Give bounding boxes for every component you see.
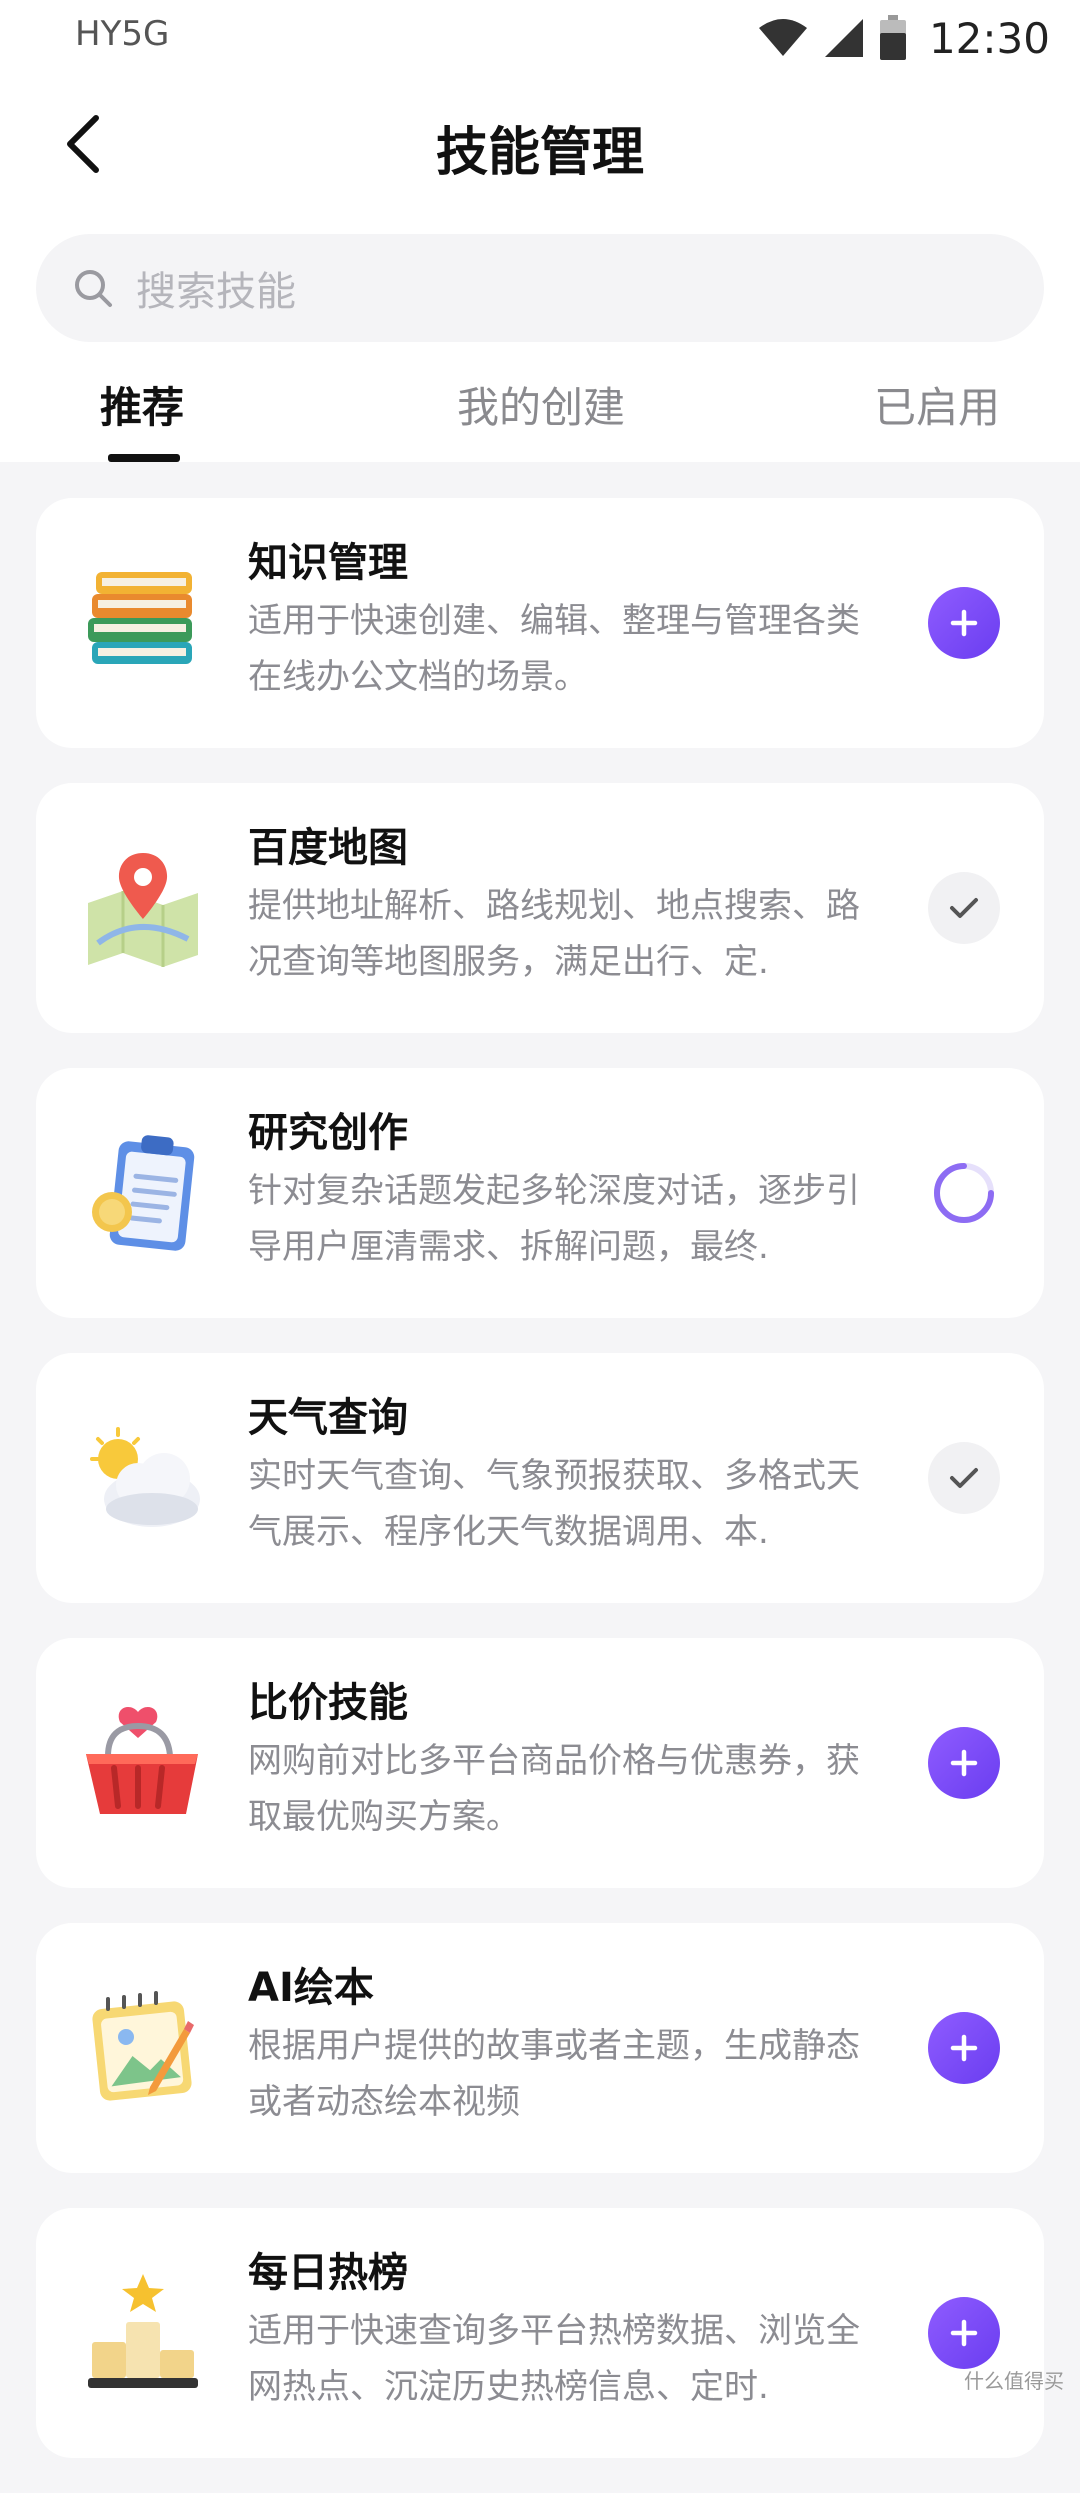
carrier-label: HY5G <box>75 14 169 54</box>
skill-card-baidu-map[interactable]: 百度地图 提供地址解析、路线规划、地点搜索、路况查询等地图服务，满足出行、定. <box>36 783 1044 1033</box>
skill-card-weather[interactable]: 天气查询 实时天气查询、气象预报获取、多格式天气展示、程序化天气数据调用、本. <box>36 1353 1044 1603</box>
basket-icon <box>78 1698 208 1828</box>
tab-enabled[interactable]: 已启用 <box>874 374 1000 435</box>
weather-icon <box>78 1413 208 1543</box>
tab-bar: 推荐 我的创建 已启用 <box>0 362 1080 462</box>
skill-card-daily-trending[interactable]: 每日热榜 适用于快速查询多平台热榜数据、浏览全网热点、沉淀历史热榜信息、定时. <box>36 2208 1044 2458</box>
wifi-icon <box>757 18 809 58</box>
plus-icon <box>949 2033 979 2063</box>
skill-description: 实时天气查询、气象预报获取、多格式天气展示、程序化天气数据调用、本. <box>248 1448 888 1560</box>
skill-description: 网购前对比多平台商品价格与优惠券，获取最优购买方案。 <box>248 1733 888 1845</box>
add-skill-button[interactable] <box>928 587 1000 659</box>
tab-active-indicator <box>108 454 180 462</box>
checkmark-icon <box>947 1463 981 1493</box>
map-pin-icon <box>78 843 208 973</box>
checkmark-icon <box>947 893 981 923</box>
skill-card-price-compare[interactable]: 比价技能 网购前对比多平台商品价格与优惠券，获取最优购买方案。 <box>36 1638 1044 1888</box>
podium-icon <box>78 2268 208 2398</box>
skill-list: 知识管理 适用于快速创建、编辑、整理与管理各类在线办公文档的场景。 百度地图 提… <box>36 498 1044 2493</box>
tab-recommended[interactable]: 推荐 <box>100 374 184 435</box>
enabled-status-button[interactable] <box>928 1442 1000 1514</box>
watermark: 什么值得买 <box>964 2365 1064 2394</box>
skill-description: 适用于快速创建、编辑、整理与管理各类在线办公文档的场景。 <box>248 593 888 705</box>
status-icons: 12:30 <box>757 12 1050 64</box>
watermark-text: 什么值得买 <box>964 2365 1064 2394</box>
search-placeholder: 搜索技能 <box>136 259 296 317</box>
plus-icon <box>949 608 979 638</box>
status-bar: HY5G 12:30 <box>0 0 1080 78</box>
plus-icon <box>949 1748 979 1778</box>
skill-title: 每日热榜 <box>248 2240 408 2298</box>
signal-icon <box>823 17 865 59</box>
skill-title: 天气查询 <box>248 1385 408 1443</box>
enabled-status-button[interactable] <box>928 872 1000 944</box>
skill-description: 根据用户提供的故事或者主题，生成静态或者动态绘本视频 <box>248 2018 888 2130</box>
skill-card-research[interactable]: 研究创作 针对复杂话题发起多轮深度对话，逐步引导用户厘清需求、拆解问题，最终. <box>36 1068 1044 1318</box>
books-icon <box>78 558 208 688</box>
top-panel: HY5G 12:30 技能管理 搜索 <box>0 0 1080 462</box>
clock: 12:30 <box>929 14 1050 63</box>
skill-description: 提供地址解析、路线规划、地点搜索、路况查询等地图服务，满足出行、定. <box>248 878 888 990</box>
sketchbook-icon <box>78 1983 208 2113</box>
search-input[interactable]: 搜索技能 <box>36 234 1044 342</box>
tab-my-created[interactable]: 我的创建 <box>457 374 625 435</box>
clipboard-icon <box>78 1128 208 1258</box>
skill-title: 知识管理 <box>248 530 408 588</box>
battery-icon <box>879 15 907 61</box>
search-icon <box>72 267 114 309</box>
skill-title: 研究创作 <box>248 1100 408 1158</box>
skill-title: AI绘本 <box>248 1955 374 2013</box>
skill-card-knowledge[interactable]: 知识管理 适用于快速创建、编辑、整理与管理各类在线办公文档的场景。 <box>36 498 1044 748</box>
header: 技能管理 <box>0 98 1080 194</box>
plus-icon <box>949 2318 979 2348</box>
add-skill-button[interactable] <box>928 2297 1000 2369</box>
skill-description: 针对复杂话题发起多轮深度对话，逐步引导用户厘清需求、拆解问题，最终. <box>248 1163 888 1275</box>
skill-card-ai-picturebook[interactable]: AI绘本 根据用户提供的故事或者主题，生成静态或者动态绘本视频 <box>36 1923 1044 2173</box>
skill-title: 百度地图 <box>248 815 408 873</box>
spinner-icon <box>931 1160 997 1226</box>
add-skill-button[interactable] <box>928 1727 1000 1799</box>
loading-status <box>928 1157 1000 1229</box>
skill-description: 适用于快速查询多平台热榜数据、浏览全网热点、沉淀历史热榜信息、定时. <box>248 2303 888 2415</box>
add-skill-button[interactable] <box>928 2012 1000 2084</box>
skill-title: 比价技能 <box>248 1670 408 1728</box>
page-title: 技能管理 <box>0 110 1080 185</box>
